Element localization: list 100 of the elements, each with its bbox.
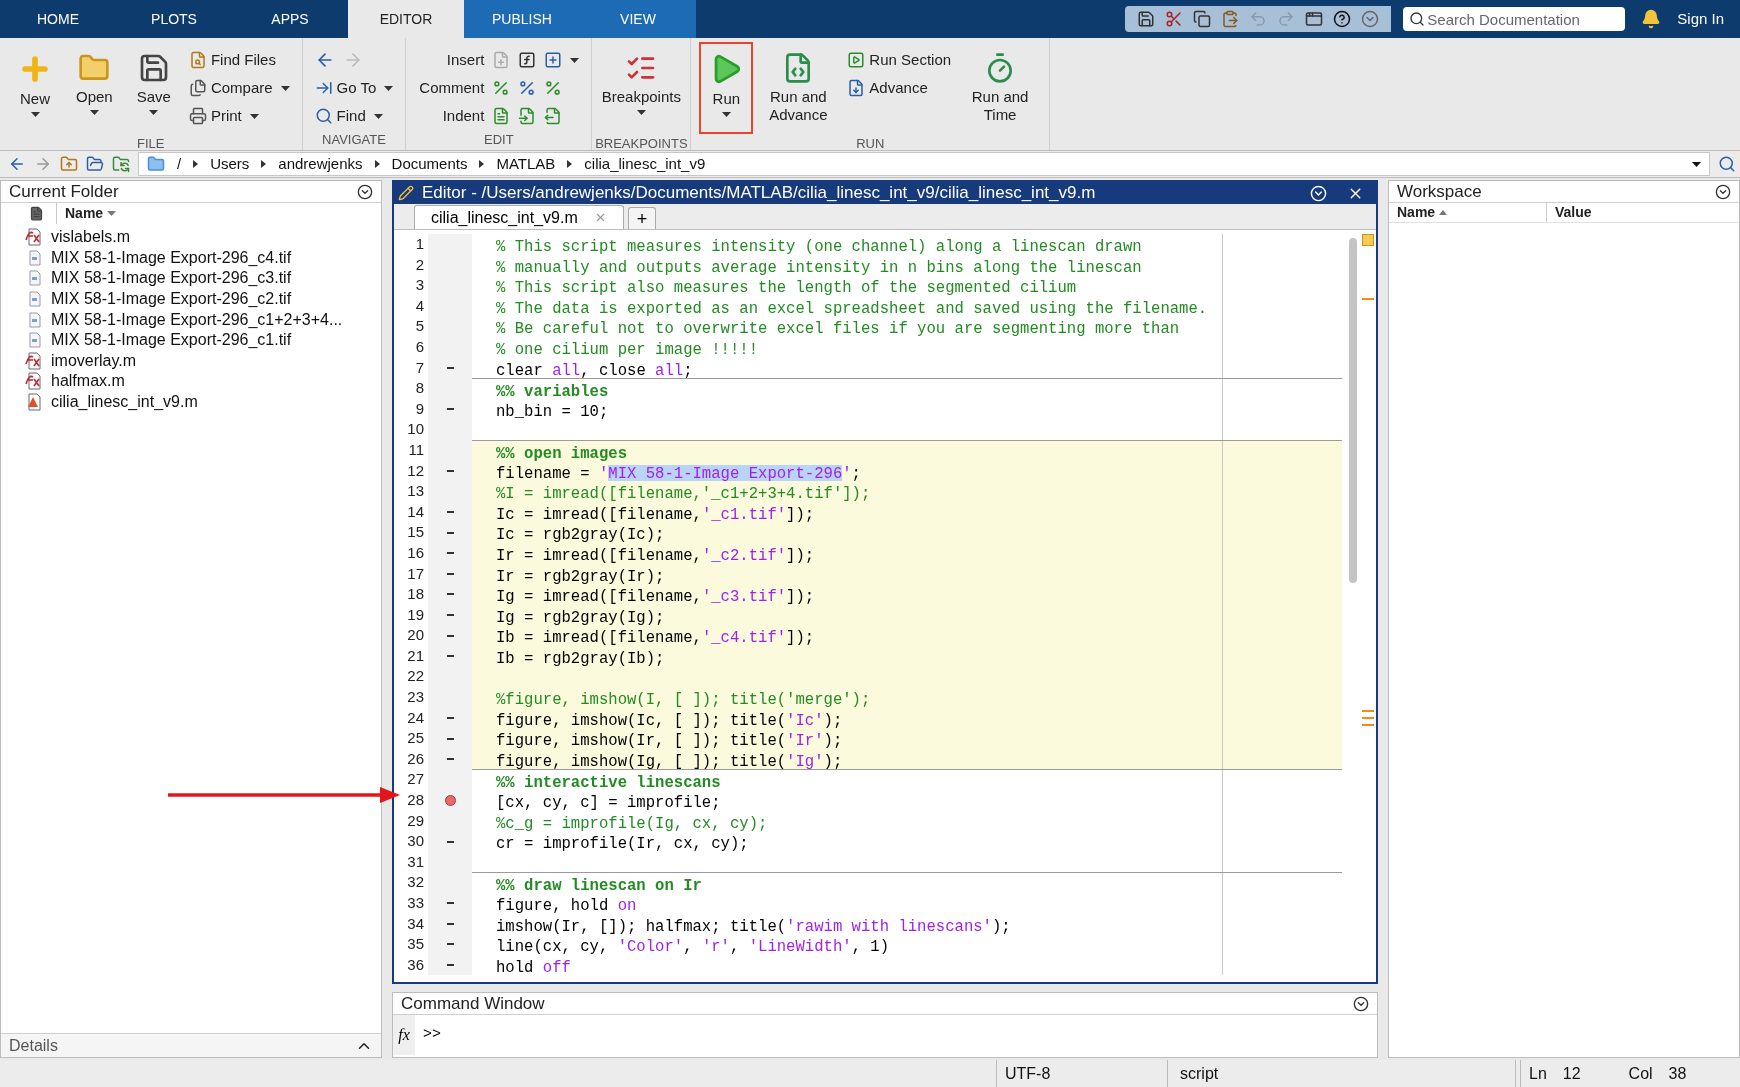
ribbon-button[interactable]: Insert [418,48,485,72]
smart-indent-icon [492,107,511,125]
breadcrumb[interactable]: Users [210,152,250,176]
ribbon-button[interactable]: New [8,42,62,134]
bell-icon[interactable] [1641,9,1662,29]
code-line: nb_bin = 10; [496,402,609,421]
folder-icon [147,155,165,173]
caret-icon [384,85,394,91]
breadcrumb[interactable]: / [177,152,182,176]
file-item[interactable]: cilia_linesc_int_v9.m [25,391,381,413]
panel-menu-icon[interactable] [357,183,373,200]
breadcrumb-arrow-icon [193,160,199,168]
line-number: 28 [406,790,424,811]
path-field[interactable]: / Users andrewjenks Documents MATLAB cilia_linesc_int_v9 [138,152,1710,176]
line-number: 11 [407,439,424,460]
copy-icon[interactable] [1193,10,1212,28]
column-header[interactable]: Name [1389,203,1547,222]
executable-dash [446,737,454,740]
redo-icon[interactable] [1277,10,1296,28]
line-number: 1 [414,234,424,254]
file-item[interactable]: MIX 58-1-Image Export-296_c2.tif [25,288,381,310]
breadcrumb[interactable]: cilia_linesc_int_v9 [584,152,706,176]
ribbon-tab[interactable]: EDITOR [348,0,464,38]
ribbon-button[interactable]: Save [126,42,181,134]
ribbon-button[interactable]: Run Section [847,46,952,74]
ribbon-button[interactable]: Find Files [188,46,290,74]
file-type-status: script [1172,1060,1516,1087]
file-item[interactable]: MIX 58-1-Image Export-296_c1+2+3+4... [25,309,381,330]
ribbon-button[interactable]: Print [188,102,290,130]
folder-up-icon[interactable] [60,155,78,173]
ribbon-button[interactable]: Advance [847,74,952,102]
save-icon[interactable] [1137,10,1156,28]
executable-dash [446,366,454,369]
function-browser-button[interactable]: fx [393,1015,415,1055]
more-icon[interactable] [1361,10,1380,28]
line-number: 25 [406,728,424,749]
panel-menu-icon[interactable] [1715,183,1731,200]
file-item[interactable]: vislabels.m [25,227,381,248]
file-item[interactable]: MIX 58-1-Image Export-296_c4.tif [25,247,381,269]
paste-icon[interactable] [1221,10,1240,28]
ribbon-button[interactable]: Breakpoints [600,42,683,134]
code-line: filename = 'MIX 58-1-Image Export-296'; [496,464,861,483]
command-prompt[interactable]: >> [423,1023,441,1047]
code-line: Ir = imread([filename,'_c2.tif']); [496,546,815,565]
window-icon[interactable] [1305,10,1324,28]
ribbon-button[interactable]: Run and Advance [757,42,840,134]
sign-in-link[interactable]: Sign In [1677,7,1724,31]
ribbon-button[interactable]: Run [699,42,754,134]
code-line: Ib = imread([filename,'_c4.tif']); [496,629,815,648]
code-line: figure, imshow(Ir, [ ]); title('Ir'); [496,732,843,751]
details-bar[interactable]: Details [1,1033,381,1057]
column-header[interactable]: Value [1547,203,1739,222]
file-item[interactable]: MIX 58-1-Image Export-296_c3.tif [25,268,381,289]
ribbon-button[interactable]: Open [66,42,123,134]
breadcrumb[interactable]: Documents [391,152,468,176]
breadcrumb[interactable]: andrewjenks [278,152,363,176]
file-tab[interactable]: cilia_linesc_int_v9.m [414,205,624,229]
folder-sync-icon[interactable] [112,155,130,173]
ribbon-tab[interactable]: PUBLISH [464,0,580,38]
run-section-icon [847,51,866,69]
undo-icon[interactable] [1249,10,1268,28]
line-number: 26 [406,748,424,769]
search-field[interactable]: Search Documentation [1403,7,1626,31]
line-number: 9 [414,398,424,419]
folder-icon[interactable] [86,155,104,173]
column-header[interactable]: Name [56,202,117,224]
help-icon[interactable] [1333,10,1352,28]
code-line: %I = imread([filename,'_c1+2+3+4.tif']); [496,485,871,504]
code-line: Ic = imread([filename,'_c1.tif']); [496,505,815,524]
file-type-icon [29,205,44,221]
line-number: 12 [406,460,424,481]
code-line: %% interactive linescans [496,774,721,793]
search-icon[interactable] [1718,155,1736,173]
file-item[interactable]: halfmax.m [25,371,381,392]
warning-marks [1362,710,1374,726]
code-line: %% draw linescan on Ir [496,877,702,896]
ribbon-button[interactable]: Go To [314,74,394,102]
ribbon-button[interactable]: Find [314,102,394,130]
ribbon-button[interactable]: Compare [188,74,290,102]
compare-icon [188,79,207,97]
ribbon-button[interactable]: Indent [418,104,485,128]
panel-menu-icon[interactable] [1353,995,1369,1012]
scroll-thumb[interactable] [1349,238,1357,583]
forward-arrow-icon[interactable] [34,155,52,173]
line-number: 10 [406,419,424,440]
caret-icon [570,57,580,63]
ribbon-button[interactable]: Comment [418,76,485,100]
add-tab-button[interactable]: + [627,207,657,229]
ribbon-button[interactable]: Run and Time [959,42,1042,134]
code-line: imshow(Ir, []); halfmax; title('rawim with linescans'); [496,917,1011,936]
line-number: 21 [406,645,424,666]
code-line: %% open images [496,444,627,463]
scissors-icon[interactable] [1165,10,1184,28]
ribbon-tab[interactable]: VIEW [580,0,696,38]
breadcrumb-arrow-icon [479,160,485,168]
file-item[interactable]: imoverlay.m [25,350,381,372]
file-item[interactable]: MIX 58-1-Image Export-296_c1.tif [25,329,381,351]
breadcrumb[interactable]: MATLAB [496,152,556,176]
code-line: figure, hold on [496,897,637,915]
caret-icon [1692,161,1701,167]
